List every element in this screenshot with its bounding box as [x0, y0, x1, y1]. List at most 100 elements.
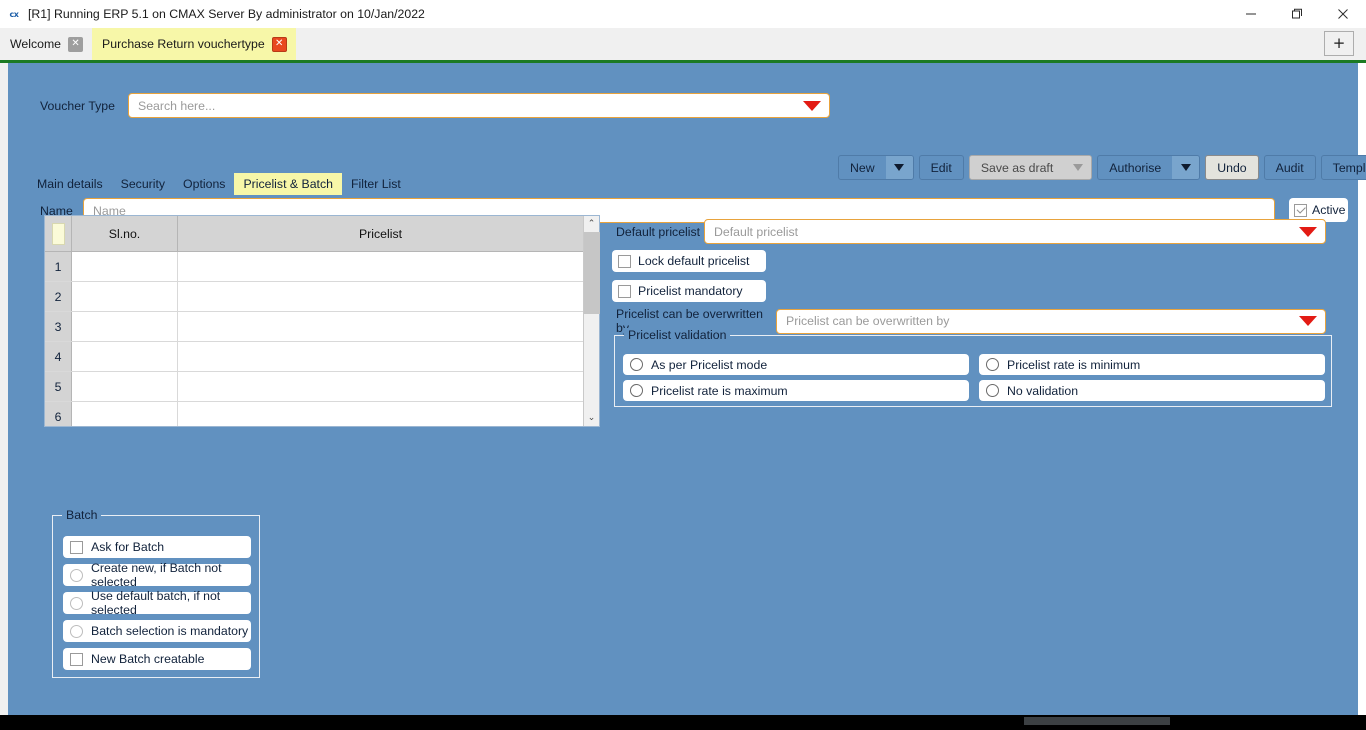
tab-purchase-return-vouchertype-label: Purchase Return vouchertype: [102, 37, 265, 51]
radio-use-default-batch-if-not-selected[interactable]: Use default batch, if not selected: [63, 589, 251, 617]
default-pricelist-select[interactable]: Default pricelist: [704, 219, 1326, 244]
radio-as-per-pricelist-mode[interactable]: As per Pricelist mode: [623, 354, 969, 375]
scrollbar-track[interactable]: [584, 232, 600, 410]
tab-welcome-close-icon[interactable]: ✕: [68, 36, 84, 52]
row-cell-slno[interactable]: [72, 282, 178, 311]
row-cell-slno[interactable]: [72, 372, 178, 401]
table-row[interactable]: 4: [45, 342, 583, 372]
grid-column-header-pricelist[interactable]: Pricelist: [178, 216, 583, 251]
grid-select-all-cell[interactable]: [45, 216, 72, 251]
authorise-dropdown-chevron-down-icon[interactable]: [1172, 156, 1200, 179]
new-tab-button[interactable]: +: [1324, 31, 1354, 56]
edit-button-label: Edit: [930, 160, 952, 175]
row-cell-pricelist[interactable]: [178, 342, 583, 371]
new-dropdown-chevron-down-icon[interactable]: [885, 156, 913, 179]
scrollbar-thumb[interactable]: [584, 232, 600, 314]
radio-create-new-if-batch-not-selected[interactable]: Create new, if Batch not selected: [63, 561, 251, 589]
row-cell-pricelist[interactable]: [178, 282, 583, 311]
application-window: cx [R1] Running ERP 5.1 on CMAX Server B…: [0, 0, 1366, 730]
new-button[interactable]: New: [838, 155, 914, 180]
window-controls: [1228, 0, 1366, 28]
pricelist-mandatory-label: Pricelist mandatory: [638, 284, 743, 298]
tab-main-details[interactable]: Main details: [28, 173, 112, 195]
row-cell-pricelist[interactable]: [178, 402, 583, 426]
lock-default-pricelist-checkbox[interactable]: Lock default pricelist: [612, 250, 766, 272]
close-icon[interactable]: [1320, 0, 1366, 28]
radio-pricelist-rate-is-minimum-box[interactable]: [986, 358, 999, 371]
pricelist-validation-title: Pricelist validation: [624, 328, 731, 342]
save-as-draft-chevron-down-icon[interactable]: [1064, 156, 1092, 179]
row-cell-slno[interactable]: [72, 252, 178, 281]
radio-no-validation-box[interactable]: [986, 384, 999, 397]
tab-filter-list[interactable]: Filter List: [342, 173, 410, 195]
window-title: [R1] Running ERP 5.1 on CMAX Server By a…: [28, 7, 425, 21]
lock-default-pricelist-box[interactable]: [618, 254, 631, 268]
checkbox-ask-for-batch-label: Ask for Batch: [91, 540, 165, 554]
tab-welcome[interactable]: Welcome ✕: [0, 28, 92, 60]
scroll-down-icon[interactable]: ⌄: [584, 410, 599, 426]
table-row[interactable]: 2: [45, 282, 583, 312]
table-row[interactable]: 5: [45, 372, 583, 402]
checkbox-ask-for-batch[interactable]: Ask for Batch: [63, 536, 251, 558]
pricelist-mandatory-box[interactable]: [618, 284, 631, 298]
radio-use-default-batch-if-not-selected-label: Use default batch, if not selected: [91, 589, 221, 617]
radio-as-per-pricelist-mode-box[interactable]: [630, 358, 643, 371]
row-cell-slno[interactable]: [72, 402, 178, 426]
app-icon: cx: [9, 9, 19, 19]
radio-pricelist-rate-is-maximum-box[interactable]: [630, 384, 643, 397]
table-row[interactable]: 6: [45, 402, 583, 426]
lock-default-pricelist-label: Lock default pricelist: [638, 254, 750, 268]
checkbox-ask-for-batch-box[interactable]: [70, 540, 83, 554]
radio-pricelist-rate-is-minimum[interactable]: Pricelist rate is minimum: [979, 354, 1325, 375]
row-cell-slno[interactable]: [72, 342, 178, 371]
chevron-down-icon[interactable]: [803, 100, 821, 111]
radio-pricelist-rate-is-maximum[interactable]: Pricelist rate is maximum: [623, 380, 969, 401]
tab-purchase-return-vouchertype-close-icon[interactable]: ✕: [271, 36, 287, 52]
radio-as-per-pricelist-mode-label: As per Pricelist mode: [651, 357, 768, 372]
tab-security[interactable]: Security: [112, 173, 174, 195]
row-cell-slno[interactable]: [72, 312, 178, 341]
checkbox-new-batch-creatable[interactable]: New Batch creatable: [63, 648, 251, 670]
grid-column-header-slno[interactable]: Sl.no.: [72, 216, 178, 251]
minimize-icon[interactable]: [1228, 0, 1274, 28]
authorise-button-label: Authorise: [1109, 160, 1162, 175]
table-row[interactable]: 3: [45, 312, 583, 342]
table-row[interactable]: 1: [45, 252, 583, 282]
row-cell-pricelist[interactable]: [178, 252, 583, 281]
pricelist-overwritten-select[interactable]: Pricelist can be overwritten by: [776, 308, 1326, 334]
row-cell-pricelist[interactable]: [178, 372, 583, 401]
checkbox-new-batch-creatable-box[interactable]: [70, 652, 83, 666]
authorise-button[interactable]: Authorise: [1097, 155, 1201, 180]
taskbar-segment: [1024, 717, 1170, 725]
edit-button[interactable]: Edit: [918, 155, 964, 180]
radio-no-validation-label: No validation: [1007, 383, 1079, 398]
tab-options[interactable]: Options: [174, 173, 234, 195]
pricelist-overwritten-placeholder: Pricelist can be overwritten by: [786, 314, 950, 328]
row-number: 1: [45, 252, 72, 281]
voucher-type-search-input[interactable]: Search here...: [128, 93, 830, 118]
radio-batch-selection-is-mandatory[interactable]: Batch selection is mandatory: [63, 620, 251, 642]
audit-button[interactable]: Audit: [1263, 155, 1316, 180]
tab-strip: Welcome ✕ Purchase Return vouchertype ✕ …: [0, 28, 1366, 60]
grid-vertical-scrollbar[interactable]: ⌃ ⌄: [583, 216, 600, 426]
radio-use-default-batch-if-not-selected-box[interactable]: [70, 596, 83, 610]
template-button-label: Template: [1332, 160, 1366, 175]
default-pricelist-placeholder: Default pricelist: [714, 224, 799, 239]
chevron-down-icon[interactable]: [1299, 316, 1317, 326]
chevron-down-icon[interactable]: [1299, 226, 1317, 237]
pricelist-mandatory-checkbox[interactable]: Pricelist mandatory: [612, 280, 766, 302]
row-number: 4: [45, 342, 72, 371]
radio-batch-selection-is-mandatory-box[interactable]: [70, 624, 83, 638]
save-as-draft-button[interactable]: Save as draft: [968, 155, 1093, 180]
template-button[interactable]: Template: [1320, 155, 1366, 180]
tab-purchase-return-vouchertype[interactable]: Purchase Return vouchertype ✕: [92, 28, 296, 60]
maximize-icon[interactable]: [1274, 0, 1320, 28]
default-pricelist-row: Default pricelist Default pricelist: [616, 219, 1326, 244]
active-checkbox-box[interactable]: [1294, 203, 1307, 217]
radio-no-validation[interactable]: No validation: [979, 380, 1325, 401]
tab-pricelist-and-batch[interactable]: Pricelist & Batch: [234, 173, 342, 195]
radio-create-new-if-batch-not-selected-box[interactable]: [70, 568, 83, 582]
scroll-up-icon[interactable]: ⌃: [584, 216, 599, 232]
undo-button[interactable]: Undo: [1205, 155, 1259, 180]
row-cell-pricelist[interactable]: [178, 312, 583, 341]
